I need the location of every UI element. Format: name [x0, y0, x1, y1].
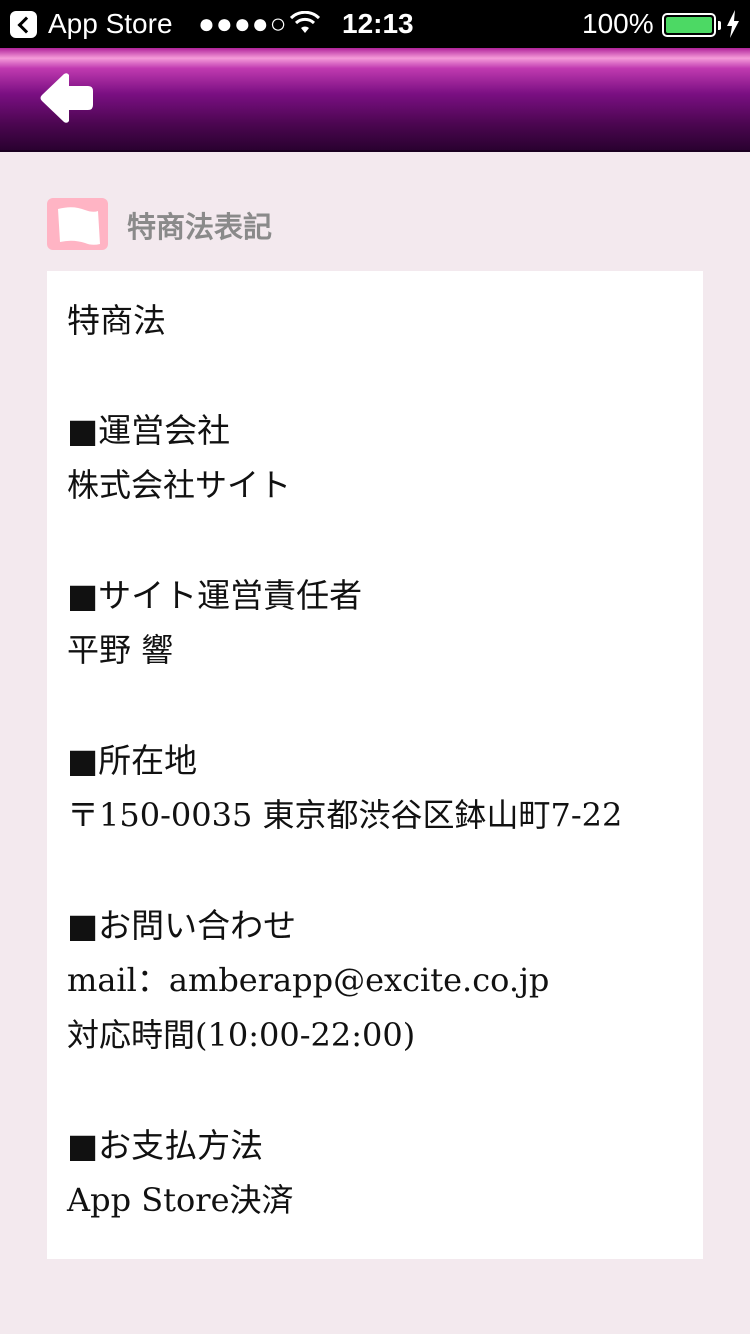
arrow-left-icon[interactable] — [38, 72, 96, 124]
operator-heading: ■運営会社 — [67, 411, 231, 450]
flag-icon — [47, 198, 108, 250]
back-to-app-icon[interactable] — [10, 11, 37, 38]
charging-bolt-icon — [727, 10, 739, 38]
contact-heading: ■お問い合わせ — [67, 906, 297, 945]
battery-icon — [662, 13, 716, 37]
battery-tip — [718, 21, 721, 30]
wifi-icon — [290, 11, 320, 33]
operator-value: 株式会社サイト — [67, 466, 292, 504]
section-title: 特商法表記 — [127, 210, 273, 244]
payment-value: App Store決済 — [67, 1181, 294, 1219]
clock: 12:13 — [342, 8, 414, 39]
manager-heading: ■サイト運営責任者 — [67, 576, 363, 615]
battery-percent: 100% — [582, 8, 654, 39]
section-header: 特商法表記 — [47, 198, 707, 250]
manager-value: 平野 響 — [67, 631, 174, 669]
contact-hours: 対応時間(10:00-22:00) — [67, 1016, 416, 1054]
signal-strength: ●●●●○ — [198, 8, 288, 39]
payment-heading: ■お支払方法 — [67, 1126, 264, 1165]
navigation-bar — [0, 48, 750, 152]
notice-title: 特商法 — [67, 301, 166, 340]
status-bar: App Store ●●●●○ 12:13 100% — [0, 0, 750, 48]
legal-notice-card: 特商法 ■運営会社 株式会社サイト ■サイト運営責任者 平野 響 ■所在地 〒1… — [47, 271, 703, 1259]
address-heading: ■所在地 — [67, 741, 198, 780]
back-to-app-label[interactable]: App Store — [48, 8, 173, 40]
address-value: 〒150-0035 東京都渋谷区鉢山町7-22 — [67, 796, 623, 834]
contact-mail[interactable]: mail：amberapp@excite.co.jp — [67, 953, 683, 1008]
